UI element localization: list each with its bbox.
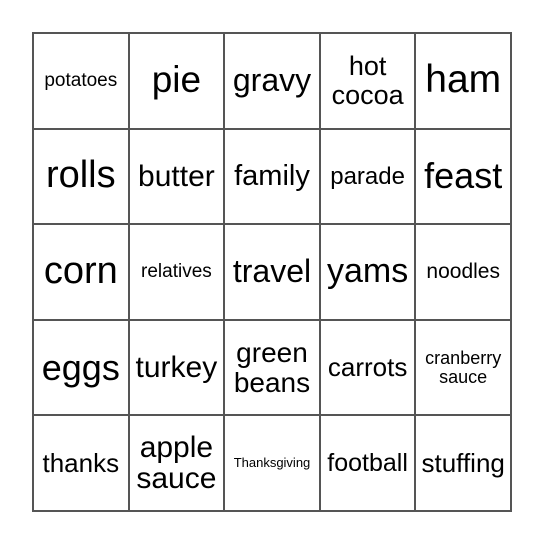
bingo-cell-r5-c5[interactable]: stuffing [415,415,511,511]
bingo-cell-r3-c4[interactable]: yams [319,224,416,320]
bingo-cell-r5-c3[interactable]: Thanksgiving [224,415,320,511]
bingo-cell-label: ham [425,58,502,102]
bingo-cell-label: pie [151,59,202,101]
bingo-cell-r4-c1[interactable]: eggs [33,319,129,416]
bingo-cell-r5-c1[interactable]: thanks [33,415,129,511]
bingo-cell-label: noodles [426,259,500,283]
bingo-cell-label: carrots [327,351,408,382]
bingo-cell-r4-c2[interactable]: turkey [128,319,225,416]
bingo-cell-r4-c5[interactable]: cranberry sauce [415,319,511,416]
bingo-cell-label: rolls [45,154,116,197]
bingo-cell-label: family [234,160,310,193]
bingo-cell-r3-c3[interactable]: travel [224,224,320,320]
bingo-cell-label: travel [232,253,312,290]
bingo-cell-label: thanks [42,447,120,478]
bingo-cell-r2-c4[interactable]: parade [319,128,416,225]
bingo-cell-r1-c3[interactable]: gravy [224,33,320,129]
bingo-cell-label: potatoes [44,69,118,91]
bingo-cell-label: Thanksgiving [233,455,311,471]
bingo-card: potatoes pie gravy hot cocoa ham rolls butter f… [32,32,512,512]
bingo-cell-label: turkey [135,350,218,384]
bingo-cell-label: butter [138,159,215,193]
bingo-cell-r5-c2[interactable]: apple sauce [128,415,225,511]
bingo-cell-label: green beans [233,337,311,398]
bingo-cell-r2-c2[interactable]: butter [128,128,225,225]
bingo-cell-label: apple sauce [136,430,217,496]
bingo-cell-label: parade [330,162,405,190]
bingo-cell-r3-c2[interactable]: relatives [128,224,225,320]
bingo-cell-r4-c4[interactable]: carrots [319,319,416,416]
bingo-cell-r4-c3[interactable]: green beans [224,319,320,416]
bingo-cell-r1-c5[interactable]: ham [415,33,511,129]
bingo-cell-r3-c5[interactable]: noodles [415,224,511,320]
bingo-cell-label: yams [326,252,409,291]
bingo-cell-label: relatives [141,261,212,283]
bingo-cell-r2-c1[interactable]: rolls [33,128,129,225]
bingo-cell-label: corn [43,250,118,293]
bingo-cell-r2-c5[interactable]: feast [415,128,511,225]
bingo-cell-r3-c1[interactable]: corn [33,224,129,320]
bingo-cell-label: eggs [41,346,120,388]
bingo-cell-r1-c4[interactable]: hot cocoa [319,33,416,129]
bingo-cell-label: gravy [232,62,312,98]
bingo-cell-label: football [327,449,408,478]
bingo-cell-label: hot cocoa [331,51,404,110]
bingo-cell-r5-c4[interactable]: football [319,415,416,511]
bingo-cell-label: feast [424,155,503,197]
bingo-cell-r1-c1[interactable]: potatoes [33,33,129,129]
bingo-cell-label: stuffing [421,447,505,478]
bingo-cell-r1-c2[interactable]: pie [128,33,225,129]
bingo-cell-label: cranberry sauce [425,347,502,387]
bingo-cell-r2-c3[interactable]: family [224,128,320,225]
